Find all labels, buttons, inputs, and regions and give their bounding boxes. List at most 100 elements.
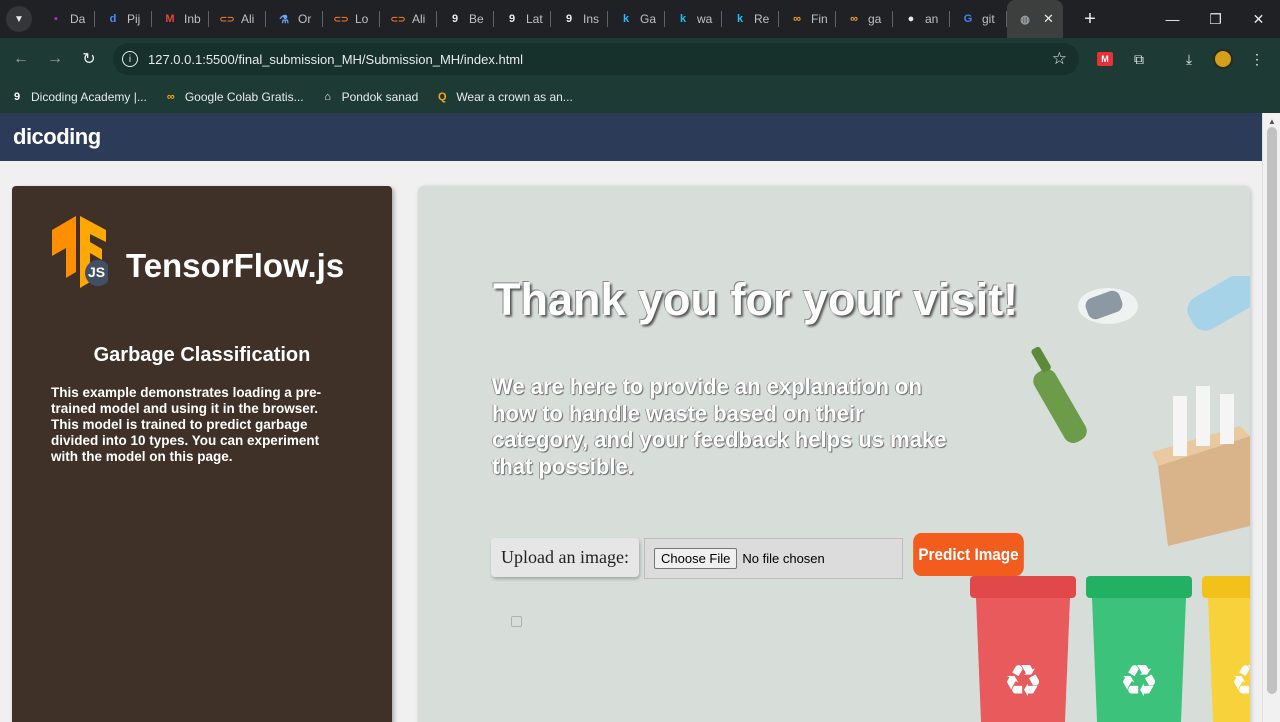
infinity-icon: ∞	[793, 13, 801, 25]
page-viewport: dicoding JS TensorFlow.js Garbage Classi…	[0, 113, 1262, 722]
tab-label: Or	[298, 12, 312, 26]
tab-active[interactable]: ◍ ✕	[1007, 0, 1063, 38]
bookmark-star-icon[interactable]: ☆	[1052, 49, 1067, 69]
back-button[interactable]: ←	[4, 42, 38, 76]
colab-icon: ∞	[166, 90, 175, 103]
kaggle-icon: k	[622, 13, 630, 25]
menu-kebab-icon[interactable]: ⋮	[1244, 46, 1270, 72]
tab-1[interactable]: d Pij	[95, 0, 152, 38]
svg-text:♻: ♻	[1119, 656, 1158, 707]
svg-text:♻: ♻	[1230, 656, 1250, 707]
window-controls: — ❐ ✕	[1151, 0, 1280, 38]
close-tab-icon[interactable]: ✕	[1043, 11, 1054, 27]
tab-label: Fin	[811, 12, 828, 26]
tab-label: wa	[697, 12, 713, 26]
forward-button[interactable]: →	[38, 42, 72, 76]
tab-6[interactable]: ⊂⊃ Ali	[380, 0, 437, 38]
download-icon[interactable]: ⤓	[1176, 46, 1202, 72]
link-icon: ⊂⊃	[390, 13, 406, 24]
tab-0[interactable]: ▪ Da	[38, 0, 95, 38]
flask-icon: ⚗	[279, 13, 289, 26]
tab-label: Pij	[127, 12, 141, 26]
headline: Thank you for your visit!	[493, 274, 1019, 325]
infinity-icon: ∞	[850, 13, 858, 25]
sidebar-description: This example demonstrates loading a pre-…	[51, 385, 322, 464]
q-icon: Q	[438, 90, 447, 103]
site-navbar: dicoding	[0, 113, 1262, 161]
bookmark-colab[interactable]: ∞ Google Colab Gratis...	[164, 90, 304, 104]
image-preview-placeholder	[511, 616, 522, 627]
url-text[interactable]: 127.0.0.1:5500/final_submission_MH/Submi…	[148, 52, 523, 67]
bookmark-label: Google Colab Gratis...	[184, 89, 304, 104]
chevron-down-icon: ▼	[14, 13, 24, 25]
intro-text: We are here to provide an explanation on…	[492, 374, 947, 479]
dicoding-icon: 9	[565, 13, 573, 25]
tab-10[interactable]: k Ga	[608, 0, 665, 38]
file-status: No file chosen	[742, 551, 825, 566]
tab-5[interactable]: ⊂⊃ Lo	[323, 0, 380, 38]
tab-label: Re	[754, 12, 770, 26]
js-badge: JS	[88, 264, 106, 280]
tab-9[interactable]: 9 Ins	[551, 0, 608, 38]
tab-11[interactable]: k wa	[665, 0, 722, 38]
tab-7[interactable]: 9 Be	[437, 0, 494, 38]
sidebar-panel: JS TensorFlow.js Garbage Classification …	[12, 186, 392, 722]
tab-15[interactable]: ● an	[893, 0, 950, 38]
choose-file-button[interactable]: Choose File	[654, 548, 738, 569]
tab-4[interactable]: ⚗ Or	[266, 0, 323, 38]
bookmarks-bar: 9 Dicoding Academy |... ∞ Google Colab Gra…	[0, 80, 1280, 113]
reload-icon: ↻	[82, 51, 96, 68]
extension-red-icon[interactable]: M	[1092, 46, 1118, 72]
dicoding-icon: 9	[451, 13, 459, 25]
bookmark-pondok[interactable]: ⌂ Pondok sanad	[321, 89, 419, 104]
link-icon: ⊂⊃	[333, 13, 349, 24]
arrow-left-icon: ←	[13, 50, 29, 67]
tab-label: Lat	[526, 12, 543, 26]
file-input[interactable]: Choose File No file chosen	[644, 538, 903, 579]
scrollbar-thumb[interactable]	[1267, 127, 1277, 694]
dicoding-icon: 9	[508, 13, 516, 25]
tab-8[interactable]: 9 Lat	[494, 0, 551, 38]
tab-label: git	[982, 12, 995, 26]
predict-button[interactable]: Predict Image	[913, 533, 1024, 576]
tab-13[interactable]: ∞ Fin	[779, 0, 836, 38]
tab-16[interactable]: Ggit	[950, 0, 1007, 38]
tab-label: ga	[868, 12, 882, 26]
tab-label: Ali	[241, 12, 255, 26]
close-window-button[interactable]: ✕	[1237, 0, 1280, 38]
tab-14[interactable]: ∞ ga	[836, 0, 893, 38]
tab-label: Inb	[184, 12, 201, 26]
tab-label: Ga	[640, 12, 657, 26]
bookmark-crown[interactable]: Q Wear a crown as an...	[435, 90, 573, 104]
minimize-button[interactable]: —	[1151, 0, 1194, 38]
tab-2[interactable]: M Inb	[152, 0, 209, 38]
main-panel: ♻ ♻ ♻ Thank you for your visit! We are h…	[418, 186, 1250, 722]
browser-toolbar: ← → ↻ i 127.0.0.1:5500/final_submission_…	[0, 38, 1280, 80]
bookmark-label: Pondok sanad	[341, 89, 419, 104]
info-icon[interactable]: i	[122, 51, 138, 67]
sidebar-title: Garbage Classification	[93, 344, 311, 366]
reload-button[interactable]: ↻	[72, 42, 106, 76]
address-bar[interactable]: i 127.0.0.1:5500/final_submission_MH/Sub…	[113, 43, 1079, 75]
new-tab-button[interactable]: +	[1075, 4, 1105, 34]
page-scrollbar[interactable]: ▲	[1262, 113, 1280, 722]
tab-3[interactable]: ⊂⊃ Ali	[209, 0, 266, 38]
tab-label: an	[925, 12, 939, 26]
tab-label: Lo	[355, 12, 369, 26]
github-icon: ●	[907, 13, 915, 25]
tab-label: Be	[469, 12, 484, 26]
svg-text:♻: ♻	[1003, 656, 1042, 707]
profile-avatar[interactable]	[1210, 46, 1236, 72]
bookmark-dicoding[interactable]: 9 Dicoding Academy |...	[10, 90, 147, 104]
dicoding-icon: 9	[13, 90, 21, 103]
scroll-up-icon[interactable]: ▲	[1268, 117, 1276, 126]
link-icon: ⊂⊃	[219, 13, 235, 24]
house-icon: ⌂	[324, 90, 331, 103]
tab-search-button[interactable]: ▼	[6, 6, 32, 32]
restore-button[interactable]: ❐	[1194, 0, 1237, 38]
mx-icon: ▪	[54, 13, 58, 25]
extensions-puzzle-icon[interactable]: ⧉	[1126, 46, 1152, 72]
recycling-bins-illustration: ♻ ♻ ♻	[970, 276, 1250, 722]
dicoding-logo[interactable]: dicoding	[13, 124, 101, 150]
tab-12[interactable]: k Re	[722, 0, 779, 38]
